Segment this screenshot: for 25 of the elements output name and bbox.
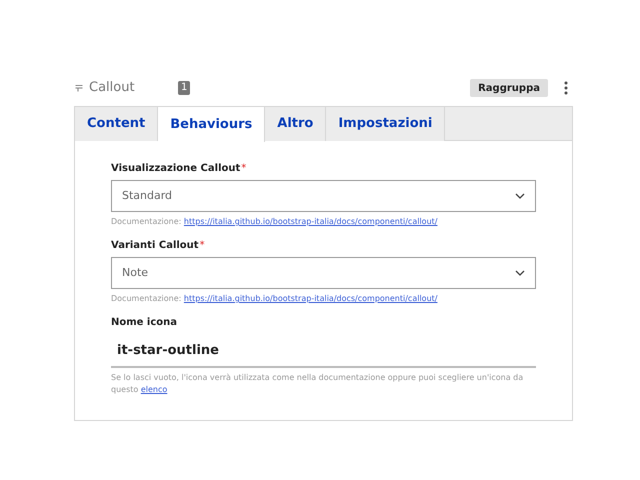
- tab[interactable]: Behaviours: [158, 107, 266, 142]
- tab[interactable]: Impostazioni: [326, 107, 446, 141]
- chevron-down-icon: [515, 193, 525, 199]
- drag-handle-icon[interactable]: [75, 84, 83, 92]
- dropdown[interactable]: Note: [111, 257, 536, 289]
- required-mark: *: [241, 162, 246, 176]
- field-label: Visualizzazione Callout: [111, 162, 240, 176]
- chevron-down-icon: [515, 270, 525, 276]
- field-label: Varianti Callout: [111, 239, 199, 253]
- tab[interactable]: Content: [75, 107, 158, 141]
- field-label: Nome icona: [111, 316, 178, 330]
- help-text: Documentazione: https://italia.github.io/bootstrap-italia/docs/componenti/callout/: [111, 216, 438, 228]
- tab[interactable]: Altro: [265, 107, 326, 141]
- documentation-link[interactable]: elenco: [140, 385, 168, 394]
- more-options-icon[interactable]: [564, 81, 568, 95]
- dropdown[interactable]: Standard: [111, 180, 536, 212]
- count-badge: 1: [178, 81, 190, 95]
- documentation-link[interactable]: https://italia.github.io/bootstrap-italia/docs/componenti/callout/: [184, 294, 438, 303]
- input-field[interactable]: it-star-outline: [111, 334, 536, 368]
- help-text: Documentazione: https://italia.github.io/bootstrap-italia/docs/componenti/callout/: [111, 293, 438, 305]
- help-text: Se lo lasci vuoto, l'icona verrà utilizzata come nella documentazione oppure puoi scegliere un'icona da questo elenco: [111, 372, 524, 396]
- required-mark: *: [200, 239, 205, 253]
- group-button[interactable]: Raggruppa: [470, 79, 548, 97]
- documentation-link[interactable]: https://italia.github.io/bootstrap-italia/docs/componenti/callout/: [184, 217, 438, 226]
- block-title: Callout: [89, 79, 136, 98]
